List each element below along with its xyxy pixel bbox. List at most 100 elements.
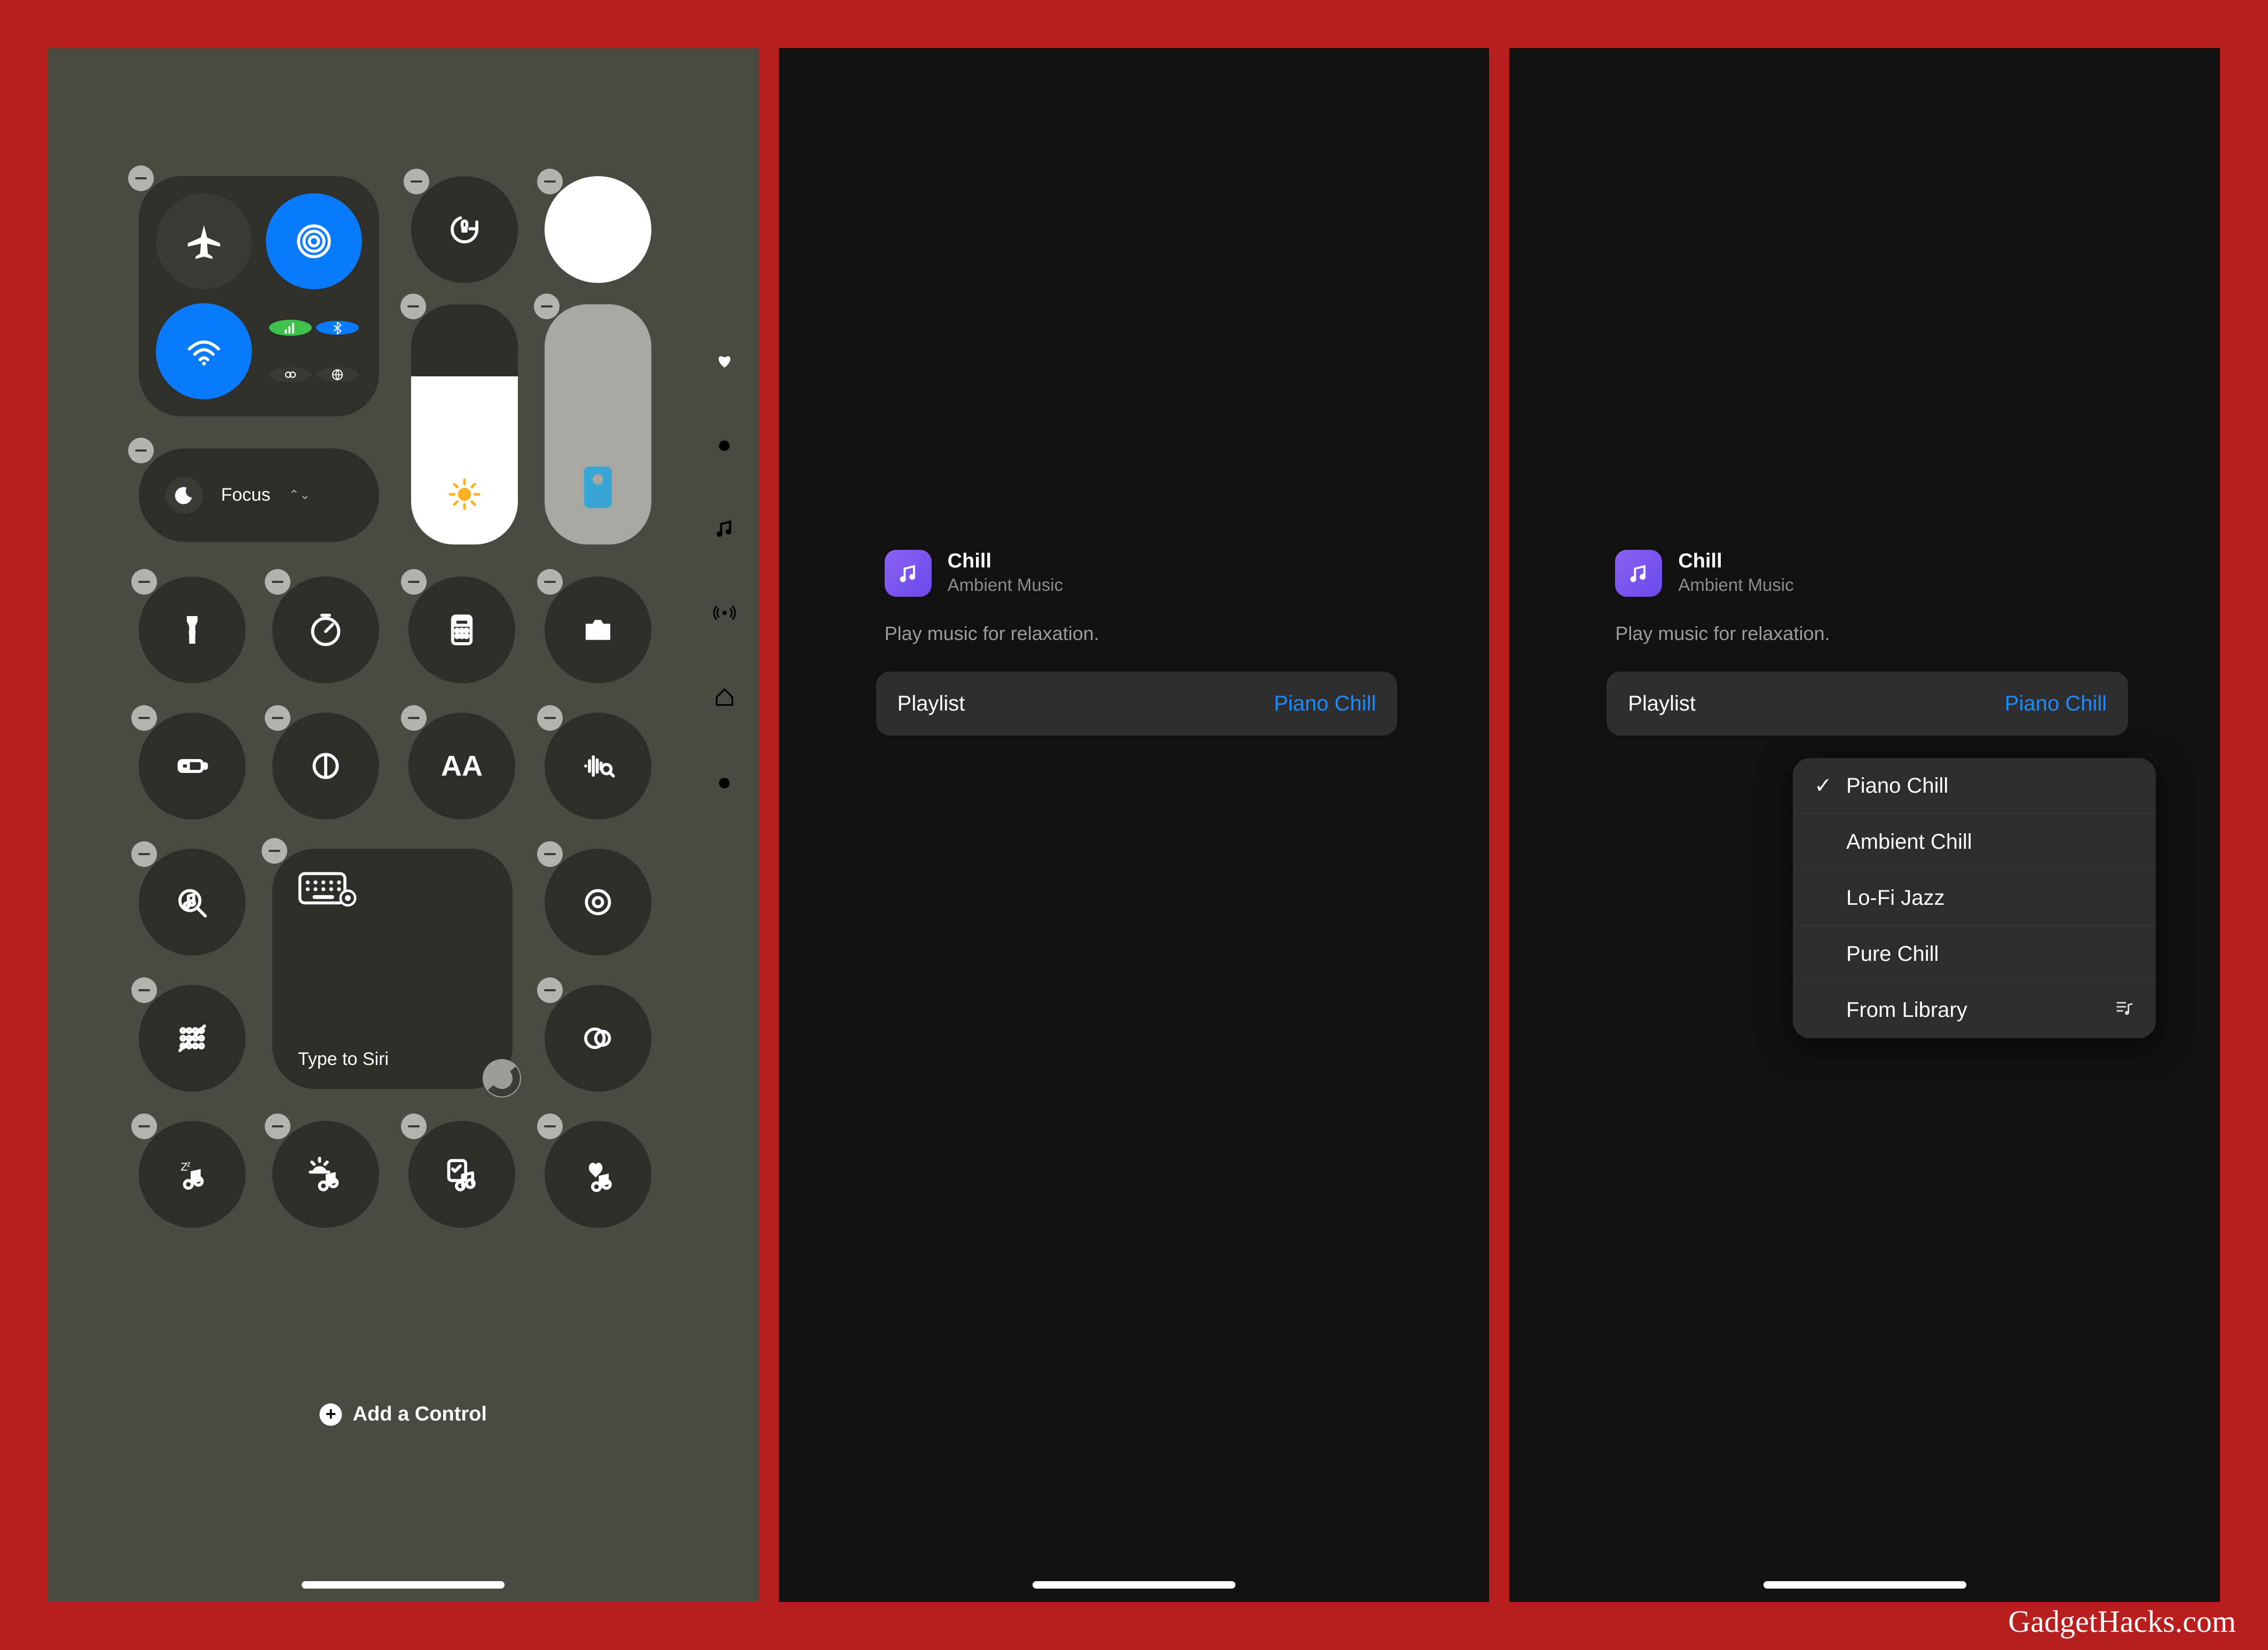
remove-button[interactable] <box>128 165 154 191</box>
wifi-button[interactable] <box>156 303 252 399</box>
remove-button[interactable] <box>131 705 157 731</box>
page-indicator-sidebar[interactable]: ● ● <box>712 347 737 794</box>
remove-button[interactable] <box>537 1114 563 1139</box>
type-to-siri-tile[interactable]: Type to Siri <box>272 849 513 1089</box>
hotspot-icon[interactable] <box>269 367 312 382</box>
text-size-button[interactable]: AA <box>408 713 515 819</box>
playlist-dropdown[interactable]: Piano Chill Ambient Chill Lo-Fi Jazz Pur… <box>1793 758 2156 1038</box>
remove-button[interactable] <box>128 438 154 463</box>
home-page-icon[interactable] <box>712 684 737 710</box>
home-indicator[interactable] <box>1763 1581 1966 1589</box>
volume-slider[interactable] <box>545 304 651 544</box>
airdrop-button[interactable] <box>266 193 362 289</box>
broadcast-page-icon[interactable] <box>712 600 737 626</box>
rotation-lock-icon <box>445 210 484 249</box>
remove-button[interactable] <box>537 977 563 1003</box>
sleep-music-button[interactable]: Zz <box>139 1121 246 1228</box>
page-dot[interactable]: ● <box>712 769 737 794</box>
accessibility-shortcut-button[interactable] <box>139 985 246 1092</box>
music-recognition-button[interactable] <box>139 849 246 956</box>
accessibility-icon <box>173 1019 211 1057</box>
record-icon <box>579 883 617 921</box>
connectivity-cluster[interactable] <box>139 176 379 416</box>
dark-mode-icon <box>306 747 345 785</box>
torch-icon <box>173 611 211 649</box>
cellular-icon[interactable] <box>269 320 312 336</box>
airplane-mode-button[interactable] <box>156 193 252 289</box>
home-indicator[interactable] <box>302 1581 505 1589</box>
remove-button[interactable] <box>262 838 287 864</box>
chill-title: Chill <box>948 550 1063 573</box>
heart-icon[interactable] <box>712 347 737 373</box>
remove-button[interactable] <box>534 294 560 319</box>
checklist-music-button[interactable] <box>408 1121 515 1228</box>
playlist-value: Piano Chill <box>1274 692 1376 716</box>
phone-control-center-edit: Focus ⌃⌄ <box>48 48 759 1602</box>
playlist-option[interactable]: Piano Chill <box>1793 758 2156 814</box>
remove-button[interactable] <box>131 977 157 1003</box>
connectivity-mini[interactable] <box>266 303 362 399</box>
add-control-button[interactable]: + Add a Control <box>320 1403 487 1426</box>
remove-button[interactable] <box>131 569 157 595</box>
wifi-icon <box>185 332 223 370</box>
focus-button[interactable]: Focus ⌃⌄ <box>139 448 379 542</box>
checklist-music-icon <box>443 1155 481 1194</box>
remove-button[interactable] <box>404 169 429 194</box>
playlist-option-library[interactable]: From Library <box>1793 982 2156 1038</box>
dark-mode-button[interactable] <box>272 713 379 819</box>
brightness-slider[interactable] <box>411 304 518 544</box>
remove-button[interactable] <box>401 705 427 731</box>
sound-recognition-button[interactable] <box>545 713 651 819</box>
silent-mode-button[interactable] <box>545 176 651 283</box>
chill-subtitle: Ambient Music <box>948 575 1063 595</box>
remove-button[interactable] <box>537 705 563 731</box>
bluetooth-icon[interactable] <box>316 321 359 335</box>
airdrop-icon <box>295 222 333 260</box>
remove-button[interactable] <box>537 569 563 595</box>
timer-button[interactable] <box>272 577 379 683</box>
torch-button[interactable] <box>139 577 246 683</box>
music-page-icon[interactable] <box>712 516 737 541</box>
screen-record-button[interactable] <box>545 849 651 956</box>
playlist-option[interactable]: Pure Chill <box>1793 926 2156 982</box>
playlist-row[interactable]: Playlist Piano Chill <box>876 672 1398 736</box>
vpn-icon[interactable] <box>316 367 359 382</box>
library-icon <box>2114 998 2135 1023</box>
playlist-value: Piano Chill <box>2005 692 2107 716</box>
remove-button[interactable] <box>131 841 157 867</box>
remove-button[interactable] <box>537 841 563 867</box>
remove-button[interactable] <box>401 569 427 595</box>
heart-music-icon <box>579 1155 617 1194</box>
playlist-option[interactable]: Ambient Chill <box>1793 814 2156 870</box>
rotation-lock-button[interactable] <box>411 176 518 283</box>
page-dot[interactable]: ● <box>712 431 737 457</box>
sunrise-music-icon <box>306 1155 345 1194</box>
ring-button[interactable] <box>545 985 651 1092</box>
music-recognition-icon <box>173 883 211 921</box>
low-power-button[interactable] <box>139 713 246 819</box>
type-to-siri-label: Type to Siri <box>298 1049 487 1070</box>
home-indicator[interactable] <box>1033 1581 1235 1589</box>
remove-button[interactable] <box>537 169 563 194</box>
playlist-label: Playlist <box>897 692 965 716</box>
sunrise-music-button[interactable] <box>272 1121 379 1228</box>
phone-chill-dropdown: Chill Ambient Music Play music for relax… <box>1509 48 2220 1602</box>
chill-card: Chill Ambient Music Play music for relax… <box>859 528 1415 757</box>
chill-app-icon <box>1615 550 1662 597</box>
remove-button[interactable] <box>131 1114 157 1139</box>
heart-music-button[interactable] <box>545 1121 651 1228</box>
remove-button[interactable] <box>400 294 426 319</box>
remove-button[interactable] <box>265 569 290 595</box>
resize-handle[interactable] <box>483 1059 521 1098</box>
svg-text:z: z <box>187 1160 191 1169</box>
remove-button[interactable] <box>265 1114 290 1139</box>
camera-icon <box>579 611 617 649</box>
remove-button[interactable] <box>401 1114 427 1139</box>
text-size-icon: AA <box>441 749 483 783</box>
playlist-row[interactable]: Playlist Piano Chill <box>1606 672 2128 736</box>
calculator-button[interactable] <box>408 577 515 683</box>
chill-description: Play music for relaxation. <box>1589 603 2145 672</box>
remove-button[interactable] <box>265 705 290 731</box>
camera-button[interactable] <box>545 577 651 683</box>
playlist-option[interactable]: Lo-Fi Jazz <box>1793 870 2156 926</box>
